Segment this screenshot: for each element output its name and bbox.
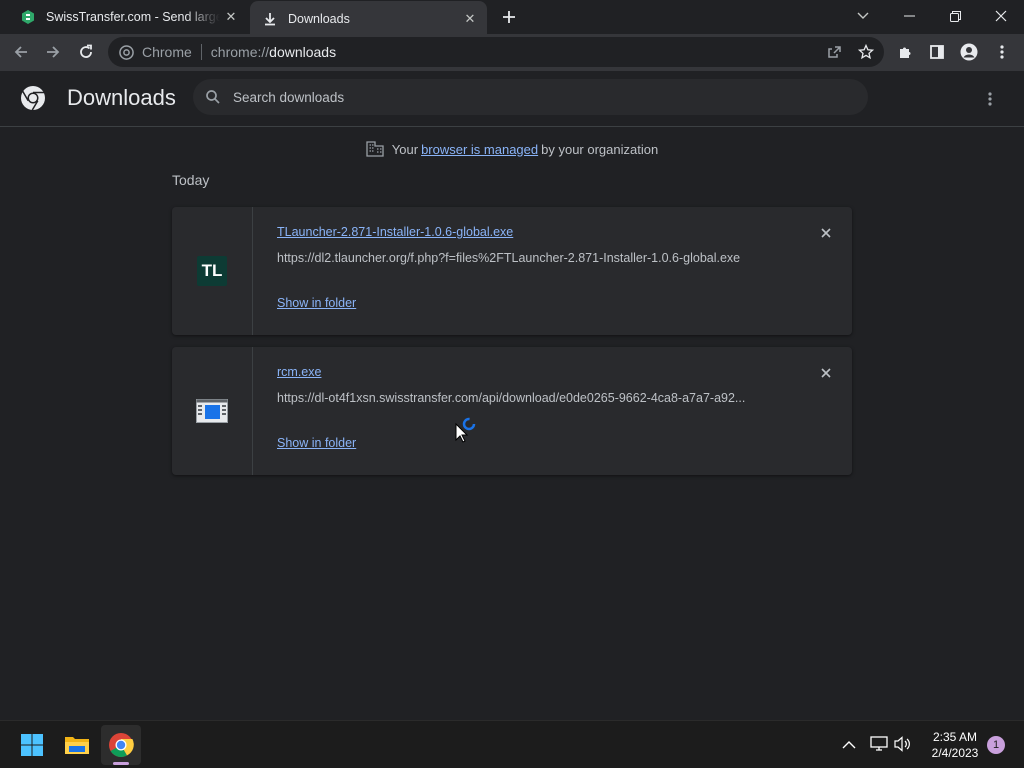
remove-download-button[interactable]	[816, 223, 836, 243]
building-icon	[366, 141, 384, 157]
close-icon	[821, 228, 831, 238]
tab-title: Downloads	[288, 11, 350, 26]
chrome-chip[interactable]: Chrome	[119, 44, 192, 60]
tab-strip: SwissTransfer.com - Send large fi ✕ Down…	[0, 0, 1024, 36]
download-item: rcm.exe https://dl-ot4f1xsn.swisstransfe…	[172, 347, 852, 475]
search-input[interactable]	[233, 89, 833, 105]
downloads-header: Downloads	[0, 71, 1024, 127]
windows-taskbar: 2:35 AM 2/4/2023 1	[0, 720, 1024, 768]
share-icon	[828, 46, 841, 58]
section-heading-today: Today	[172, 172, 210, 188]
chrome-logo-icon	[109, 733, 134, 758]
browser-managed-link[interactable]: browser is managed	[421, 142, 538, 157]
show-in-folder-link[interactable]: Show in folder	[277, 296, 356, 310]
download-item: TL TLauncher-2.871-Installer-1.0.6-globa…	[172, 207, 852, 335]
url-host: downloads	[269, 44, 337, 60]
system-clock[interactable]: 2:35 AM 2/4/2023	[920, 729, 990, 761]
managed-notice: Your browser is managed by your organiza…	[0, 141, 1024, 157]
tab-search-button[interactable]	[840, 0, 886, 32]
show-hidden-icons-button[interactable]	[842, 737, 856, 755]
search-icon	[206, 90, 220, 104]
chrome-chip-label: Chrome	[142, 44, 192, 60]
volume-icon[interactable]	[894, 736, 912, 757]
side-panel-button[interactable]	[922, 37, 952, 67]
notification-badge[interactable]: 1	[987, 736, 1005, 754]
swisstransfer-favicon-icon	[20, 9, 36, 25]
avatar-icon	[960, 43, 978, 61]
share-button[interactable]	[819, 37, 849, 67]
reload-button[interactable]	[71, 37, 101, 67]
exe-file-icon	[196, 399, 228, 423]
managed-prefix: Your	[391, 141, 419, 157]
puzzle-icon	[900, 47, 911, 58]
address-bar[interactable]: Chrome chrome:// downloads	[108, 37, 884, 67]
download-filename-link[interactable]: TLauncher-2.871-Installer-1.0.6-global.e…	[277, 225, 513, 239]
extensions-button[interactable]	[891, 37, 921, 67]
url-scheme: chrome://	[210, 44, 270, 60]
download-source-url: https://dl2.tlauncher.org/f.php?f=files%…	[277, 251, 741, 265]
chevron-up-icon	[842, 741, 856, 749]
show-in-folder-link[interactable]: Show in folder	[277, 436, 356, 450]
download-filename-link[interactable]: rcm.exe	[277, 365, 321, 379]
page-title: Downloads	[67, 85, 176, 110]
active-app-indicator	[113, 762, 129, 765]
omnibox-divider	[200, 44, 202, 60]
tab-swisstransfer[interactable]: SwissTransfer.com - Send large fi ✕	[8, 0, 248, 34]
chrome-logo-icon	[20, 85, 46, 116]
download-icon	[262, 11, 278, 27]
chrome-logo-icon	[119, 44, 134, 60]
file-icon-column: TL	[172, 207, 253, 335]
new-tab-button[interactable]	[497, 5, 521, 29]
chrome-taskbar-button[interactable]	[101, 725, 141, 765]
windows-logo-icon	[21, 734, 43, 756]
tlauncher-file-icon: TL	[197, 256, 227, 286]
file-explorer-button[interactable]	[57, 725, 97, 765]
folder-icon	[65, 737, 89, 754]
bookmark-star-button[interactable]	[851, 37, 881, 67]
side-panel-icon	[930, 45, 944, 59]
managed-suffix: by your organization	[541, 141, 659, 157]
close-window-button[interactable]	[978, 0, 1024, 32]
search-box[interactable]	[193, 79, 868, 115]
remove-download-button[interactable]	[816, 363, 836, 383]
clock-time: 2:35 AM	[932, 730, 978, 744]
clock-date: 2/4/2023	[931, 746, 979, 760]
network-icon[interactable]	[870, 736, 888, 757]
close-icon	[821, 368, 831, 378]
browser-toolbar: Chrome chrome:// downloads	[0, 34, 1024, 71]
download-source-url: https://dl-ot4f1xsn.swisstransfer.com/ap…	[277, 391, 746, 405]
file-icon-column	[172, 347, 253, 475]
downloads-menu-button[interactable]	[983, 91, 997, 112]
tab-close-icon[interactable]: ✕	[220, 6, 242, 28]
forward-button[interactable]	[38, 37, 68, 67]
tab-close-icon[interactable]: ✕	[459, 8, 481, 30]
chrome-menu-button[interactable]	[987, 37, 1017, 67]
star-icon	[858, 44, 874, 60]
kebab-menu-icon	[988, 92, 992, 106]
restore-button[interactable]	[932, 0, 978, 32]
minimize-button[interactable]	[886, 0, 932, 32]
tab-downloads[interactable]: Downloads ✕	[250, 1, 487, 36]
mouse-cursor-busy-icon	[455, 415, 479, 448]
start-button[interactable]	[12, 725, 52, 765]
back-button[interactable]	[6, 37, 36, 67]
tab-title: SwissTransfer.com - Send large fi	[46, 10, 220, 24]
profile-button[interactable]	[954, 37, 984, 67]
kebab-menu-icon	[1000, 45, 1004, 59]
